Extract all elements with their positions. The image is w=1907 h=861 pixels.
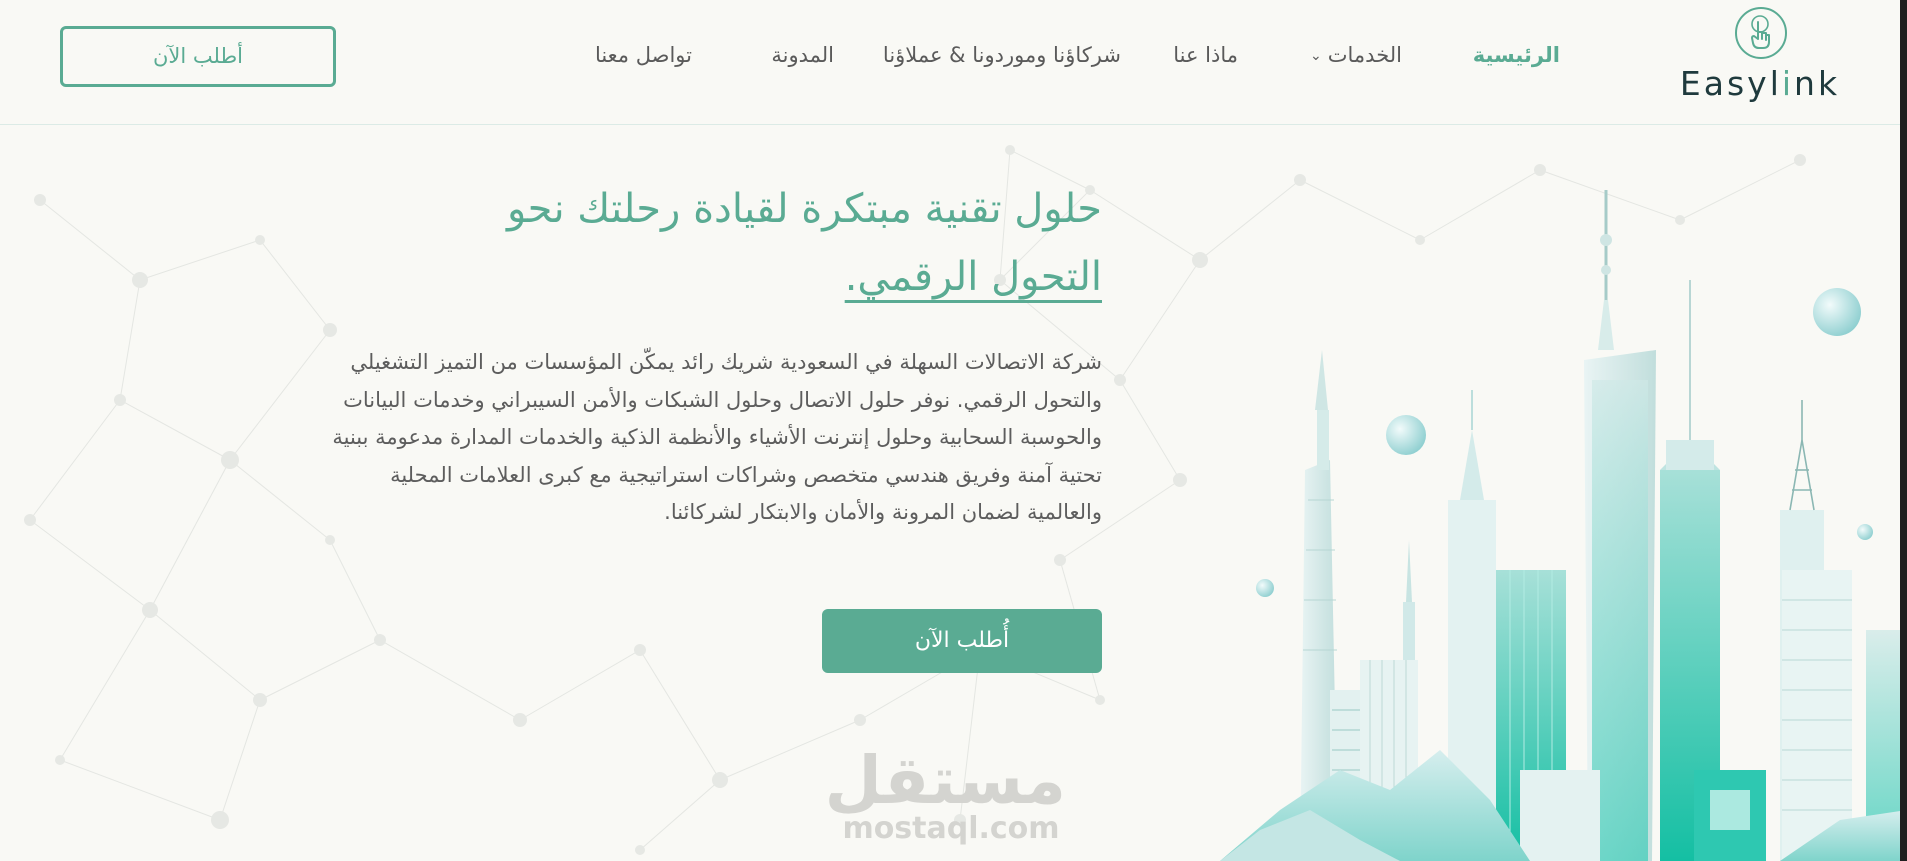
header-order-now-button[interactable]: أطلب الآن — [60, 26, 336, 87]
nav-item-about[interactable]: ماذا عنا — [1173, 43, 1238, 67]
watermark-arabic: مستقل — [824, 742, 1066, 819]
hero-order-now-button[interactable]: أُطلب الآن — [822, 609, 1102, 673]
brand-name: Easylink — [1679, 64, 1841, 103]
hero-description: شركة الاتصالات السهلة في السعودية شريك ر… — [332, 350, 1102, 525]
nav-item-home[interactable]: الرئيسية — [1473, 43, 1560, 67]
main-nav: الرئيسية الخدمات ⌄ ماذا عنا شركاؤنا ومورد… — [470, 43, 1560, 77]
nav-item-contact[interactable]: تواصل معنا — [595, 43, 692, 67]
hero-title: حلول تقنية مبتكرة لقيادة رحلتك نحو التحو… — [320, 175, 1102, 311]
brand-logo[interactable]: Easylink — [1678, 6, 1842, 106]
watermark-latin: mostaql.com — [842, 811, 1060, 846]
hand-pointer-icon — [1735, 7, 1787, 59]
nav-item-partners[interactable]: شركاؤنا وموردونا & عملاؤنا — [883, 43, 1121, 67]
hero-title-line2: التحول الرقمي. — [844, 254, 1102, 300]
site-header: Easylink الرئيسية الخدمات ⌄ ماذا عنا شركا… — [0, 0, 1900, 125]
nav-item-services-label: الخدمات — [1327, 43, 1402, 67]
page-scrollbar[interactable] — [1900, 0, 1907, 861]
nav-item-services[interactable]: الخدمات ⌄ — [1310, 43, 1402, 67]
city-skyline-illustration — [1220, 190, 1907, 861]
nav-item-blog[interactable]: المدونة — [771, 43, 834, 67]
mostaql-watermark: مستقل mostaql.com — [824, 742, 1066, 846]
hero-title-line1: حلول تقنية مبتكرة لقيادة رحلتك نحو — [506, 186, 1102, 232]
chevron-down-icon: ⌄ — [1310, 48, 1322, 64]
